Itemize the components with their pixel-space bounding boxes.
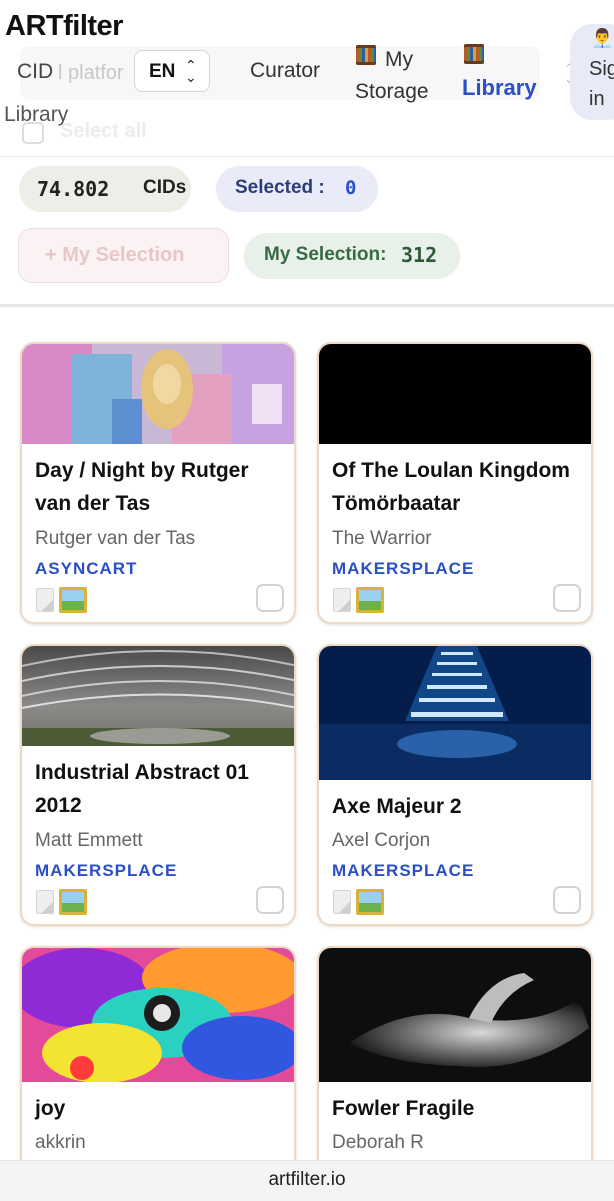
card-select-checkbox[interactable]: [553, 886, 581, 914]
sign-in-label-2: in: [589, 88, 605, 110]
card-platform[interactable]: MAKERSPLACE: [35, 861, 177, 881]
card-title[interactable]: Axe Majeur 2: [332, 790, 587, 823]
card-select-checkbox[interactable]: [553, 584, 581, 612]
select-all-checkbox[interactable]: [22, 122, 44, 144]
card-platform[interactable]: MAKERSPLACE: [332, 559, 474, 579]
artwork-thumbnail[interactable]: [22, 344, 294, 444]
image-icon[interactable]: [356, 587, 384, 613]
add-to-my-selection-label: + My Selection: [45, 244, 185, 266]
image-icon[interactable]: [59, 587, 87, 613]
divider: [0, 304, 614, 307]
card-artist: Matt Emmett: [35, 830, 143, 851]
card-platform[interactable]: ASYNCART: [35, 559, 137, 579]
artwork-thumbnail[interactable]: [22, 646, 294, 746]
chevron-updown-icon: ⌃⌄: [185, 57, 197, 85]
artwork-card[interactable]: Of The Loulan Kingdom Tömörbaatar The Wa…: [317, 342, 593, 624]
selected-count-badge: Selected : 0: [216, 166, 378, 212]
language-select[interactable]: EN ⌃ ⌄: [134, 50, 210, 92]
select-all-label[interactable]: Select all: [60, 120, 147, 143]
language-value: EN: [149, 61, 176, 82]
card-title[interactable]: Of The Loulan Kingdom Tömörbaatar: [332, 454, 587, 520]
artwork-card[interactable]: Day / Night by Rutger van der Tas Rutger…: [20, 342, 296, 624]
card-title[interactable]: Industrial Abstract 01 2012: [35, 756, 290, 822]
nav-my-storage-line2: Storage: [355, 80, 429, 103]
nav-curator[interactable]: Curator: [250, 59, 320, 83]
card-title[interactable]: joy: [35, 1092, 290, 1125]
document-icon[interactable]: [36, 890, 54, 914]
nav-my-storage-line1: My: [385, 48, 413, 71]
selected-label: Selected :: [235, 177, 325, 198]
selected-count: 0: [345, 177, 357, 199]
my-selection-badge[interactable]: My Selection: 312: [244, 233, 460, 279]
card-artist: Deborah R: [332, 1132, 424, 1153]
user-avatar-icon: 👨‍💼: [591, 28, 614, 48]
document-icon[interactable]: [333, 890, 351, 914]
artwork-thumbnail[interactable]: [319, 646, 591, 780]
cid-label: CID: [17, 60, 54, 83]
nav-library[interactable]: Library: [462, 75, 537, 101]
card-title[interactable]: Fowler Fragile: [332, 1092, 587, 1125]
library-shelf-icon: [356, 45, 376, 65]
add-to-my-selection-button[interactable]: + My Selection: [18, 228, 229, 283]
browser-address-bar[interactable]: artfilter.io: [0, 1160, 614, 1201]
card-select-checkbox[interactable]: [256, 584, 284, 612]
image-icon[interactable]: [356, 889, 384, 915]
brand-logo[interactable]: ARTfilter: [5, 10, 123, 43]
card-artist: Rutger van der Tas: [35, 528, 196, 549]
top-bar: ARTfilter CID l platfor EN ⌃ ⌄ Curator My…: [0, 0, 614, 157]
artwork-thumbnail[interactable]: [319, 344, 591, 444]
artwork-thumbnail[interactable]: [22, 948, 294, 1082]
library-shelf-icon: [464, 44, 484, 64]
card-title[interactable]: Day / Night by Rutger van der Tas: [35, 454, 290, 520]
document-icon[interactable]: [333, 588, 351, 612]
cids-label: CIDs: [143, 177, 187, 198]
sign-in-label-1: Sig: [589, 58, 614, 80]
artwork-thumbnail[interactable]: [319, 948, 591, 1082]
artwork-card[interactable]: Fowler Fragile Deborah R: [317, 946, 593, 1186]
site-domain: artfilter.io: [268, 1169, 346, 1190]
nav-my-storage[interactable]: My Storage: [355, 44, 455, 103]
artwork-card[interactable]: Axe Majeur 2 Axel Corjon MAKERSPLACE: [317, 644, 593, 926]
cids-count-badge: 74.802 CIDs: [19, 166, 191, 212]
artwork-card[interactable]: Industrial Abstract 01 2012 Matt Emmett …: [20, 644, 296, 926]
card-artist: Axel Corjon: [332, 830, 431, 851]
cid-search-placeholder[interactable]: l platfor: [58, 62, 124, 85]
card-select-checkbox[interactable]: [256, 886, 284, 914]
my-selection-count: 312: [401, 243, 438, 267]
sign-in-button[interactable]: 👨‍💼 Sig in: [570, 24, 614, 120]
my-selection-label: My Selection:: [264, 244, 387, 265]
artwork-card[interactable]: joy akkrin: [20, 946, 296, 1186]
card-artist: akkrin: [35, 1132, 86, 1153]
document-icon[interactable]: [36, 588, 54, 612]
cids-count: 74.802: [37, 177, 110, 201]
image-icon[interactable]: [59, 889, 87, 915]
card-platform[interactable]: MAKERSPLACE: [332, 861, 474, 881]
card-artist: The Warrior: [332, 528, 432, 549]
